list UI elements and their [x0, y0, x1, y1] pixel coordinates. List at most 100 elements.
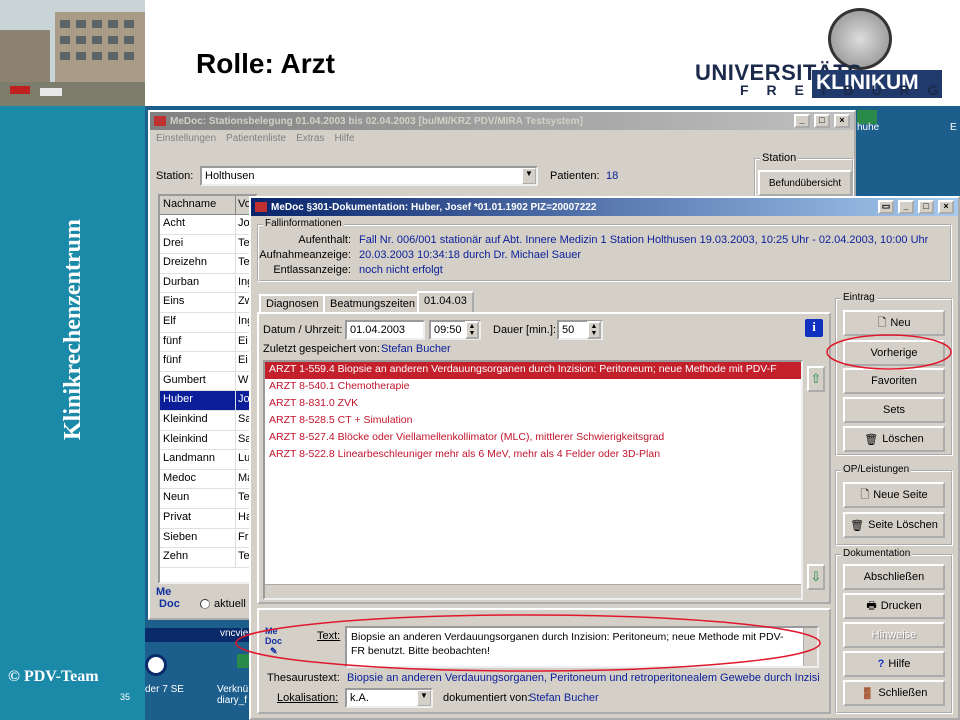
- list-item[interactable]: ARZT 8-527.4 Blöcke oder Viellamellenkol…: [265, 430, 801, 447]
- app-icon: [154, 116, 166, 126]
- patients-count: 18: [606, 170, 619, 182]
- menu-einstellungen[interactable]: Einstellungen: [156, 133, 216, 144]
- aufnahme-value: 20.03.2003 10:34:18 durch Dr. Michael Sa…: [359, 249, 581, 261]
- chevron-down-icon[interactable]: ▼: [417, 690, 431, 706]
- list-item[interactable]: ARZT 8-528.5 CT + Simulation: [265, 413, 801, 430]
- minimize-button[interactable]: _: [898, 200, 914, 214]
- cell-nachname: fünf: [160, 332, 236, 352]
- taskbar-item[interactable]: Verknü diary_f: [217, 684, 251, 706]
- menu-patientenliste[interactable]: Patientenliste: [226, 133, 286, 144]
- cell-nachname: Kleinkind: [160, 430, 236, 450]
- move-up-button[interactable]: ⇧: [807, 366, 825, 392]
- dauer-spinner[interactable]: ▲ ▼: [587, 321, 601, 339]
- patients-label: Patienten:: [550, 170, 600, 182]
- list-item[interactable]: ARZT 1-559.4 Biopsie an anderen Verdauun…: [265, 362, 801, 379]
- table-row[interactable]: Sieben Fr: [160, 528, 256, 549]
- table-row[interactable]: fünf Ei: [160, 332, 256, 353]
- vertical-scrollbar[interactable]: [803, 628, 817, 666]
- cell-nachname: Zehn: [160, 548, 236, 567]
- abschliessen-button[interactable]: Abschließen: [843, 564, 945, 590]
- table-row[interactable]: Landmann Lu: [160, 450, 256, 470]
- entlass-label: Entlassanzeige:: [273, 264, 351, 276]
- table-row[interactable]: Dreizehn Te: [160, 254, 256, 274]
- taskbar-item[interactable]: der 7 SE: [145, 684, 184, 695]
- station-label: Station:: [156, 170, 194, 182]
- table-row[interactable]: Eins Zw: [160, 293, 256, 313]
- schliessen-button[interactable]: 🚪 Schließen: [843, 680, 945, 706]
- horizontal-scrollbar[interactable]: [265, 584, 801, 598]
- table-row[interactable]: Medoc Ma: [160, 469, 256, 490]
- befundubersicht-button[interactable]: Befundübersicht: [758, 170, 852, 196]
- table-row[interactable]: Elf Ing: [160, 312, 256, 333]
- radio-aktuell[interactable]: aktuell: [200, 598, 246, 610]
- vorherige-button[interactable]: Vorherige: [843, 340, 945, 366]
- table-row[interactable]: Kleinkind Sa: [160, 430, 256, 451]
- datum-field[interactable]: 01.04.2003: [345, 320, 425, 340]
- cell-nachname: Elf: [160, 312, 236, 332]
- list-item[interactable]: ARZT 8-522.8 Linearbeschleuniger mehr al…: [265, 447, 801, 464]
- medoc-pen-icon: Me Doc ✎: [265, 626, 283, 656]
- sets-button[interactable]: Sets: [843, 397, 945, 423]
- table-row[interactable]: Neun Te: [160, 489, 256, 509]
- entlass-value: noch nicht erfolgt: [359, 264, 443, 276]
- neu-button[interactable]: 🗋 Neu: [843, 310, 945, 336]
- tab-diagnosen[interactable]: Diagnosen: [259, 294, 326, 312]
- dok-label: Dokumentation: [841, 548, 913, 559]
- taskbar-vncviewer[interactable]: vncvie: [145, 628, 250, 642]
- menu-extras[interactable]: Extras: [296, 133, 324, 144]
- table-row[interactable]: Privat Ha: [160, 508, 256, 529]
- cell-nachname: Gumbert: [160, 371, 236, 391]
- text-field[interactable]: Biopsie an anderen Verdauungsorganen dur…: [345, 626, 819, 668]
- maximize-button[interactable]: □: [814, 114, 830, 128]
- favoriten-button[interactable]: Favoriten: [843, 368, 945, 394]
- table-row[interactable]: fünf Ei: [160, 352, 256, 372]
- close-button[interactable]: ×: [938, 200, 954, 214]
- maximize-button[interactable]: □: [918, 200, 934, 214]
- logo-freiburg: F R E I B U R G: [740, 82, 946, 98]
- cell-nachname: Drei: [160, 234, 236, 254]
- time-spinner[interactable]: ▲ ▼: [465, 321, 479, 339]
- list-item[interactable]: ARZT 8-831.0 ZVK: [265, 396, 801, 413]
- move-down-button[interactable]: ⇩: [807, 564, 825, 590]
- printer-icon: 🖶: [866, 599, 877, 612]
- list-item[interactable]: ARZT 8-540.1 Chemotherapie: [265, 379, 801, 396]
- col-nachname[interactable]: Nachname: [160, 196, 236, 214]
- doc-title: MeDoc §301-Dokumentation: Huber, Josef *…: [271, 201, 597, 213]
- table-row[interactable]: Drei Te: [160, 234, 256, 255]
- lokalisation-select[interactable]: k.A. ▼: [345, 688, 433, 708]
- zuletzt-value: Stefan Bucher: [381, 343, 451, 355]
- restore-button[interactable]: ▭: [878, 200, 894, 214]
- info-icon[interactable]: i: [805, 319, 823, 337]
- station-select[interactable]: Holthusen ▼: [200, 166, 538, 186]
- trash-icon: 🗑: [864, 433, 879, 446]
- cell-nachname: Durban: [160, 273, 236, 293]
- loeschen-button[interactable]: 🗑 Löschen: [843, 426, 945, 452]
- radio-icon[interactable]: [200, 599, 210, 609]
- tab-beatmungszeiten[interactable]: Beatmungszeiten: [323, 294, 422, 312]
- table-row[interactable]: Zehn Te: [160, 548, 256, 568]
- table-row[interactable]: Kleinkind Sa: [160, 410, 256, 431]
- chevron-down-icon[interactable]: ▼: [522, 168, 536, 184]
- seite-loeschen-button[interactable]: 🗑 Seite Löschen: [843, 512, 945, 538]
- neue-seite-button[interactable]: 🗋 Neue Seite: [843, 482, 945, 508]
- patient-list[interactable]: Nachname Vo Acht Jo Drei Te Dreizehn Te Durban…: [158, 194, 258, 584]
- table-row[interactable]: Acht Jo: [160, 215, 256, 235]
- cell-nachname: Privat: [160, 508, 236, 528]
- trash-icon: 🗑: [850, 519, 865, 532]
- tab-date[interactable]: 01.04.03: [417, 291, 474, 312]
- table-row[interactable]: Durban Ing: [160, 273, 256, 294]
- cell-nachname: Kleinkind: [160, 410, 236, 430]
- hinweise-button[interactable]: Hinweise: [843, 622, 945, 648]
- close-button[interactable]: ×: [834, 114, 850, 128]
- menu-hilfe[interactable]: Hilfe: [334, 133, 354, 144]
- table-row[interactable]: Huber Jo: [160, 391, 256, 411]
- minimize-button[interactable]: _: [794, 114, 810, 128]
- dokumentiert-value: Stefan Bucher: [529, 692, 599, 704]
- entry-list[interactable]: ARZT 1-559.4 Biopsie an anderen Verdauun…: [263, 360, 803, 600]
- table-row[interactable]: Gumbert W: [160, 371, 256, 392]
- app-icon[interactable]: [145, 654, 167, 676]
- hilfe-button[interactable]: ? Hilfe: [843, 651, 945, 677]
- drucken-button[interactable]: 🖶 Drucken: [843, 593, 945, 619]
- slide-number: 35: [120, 692, 131, 702]
- station-group-label: Station: [760, 152, 799, 164]
